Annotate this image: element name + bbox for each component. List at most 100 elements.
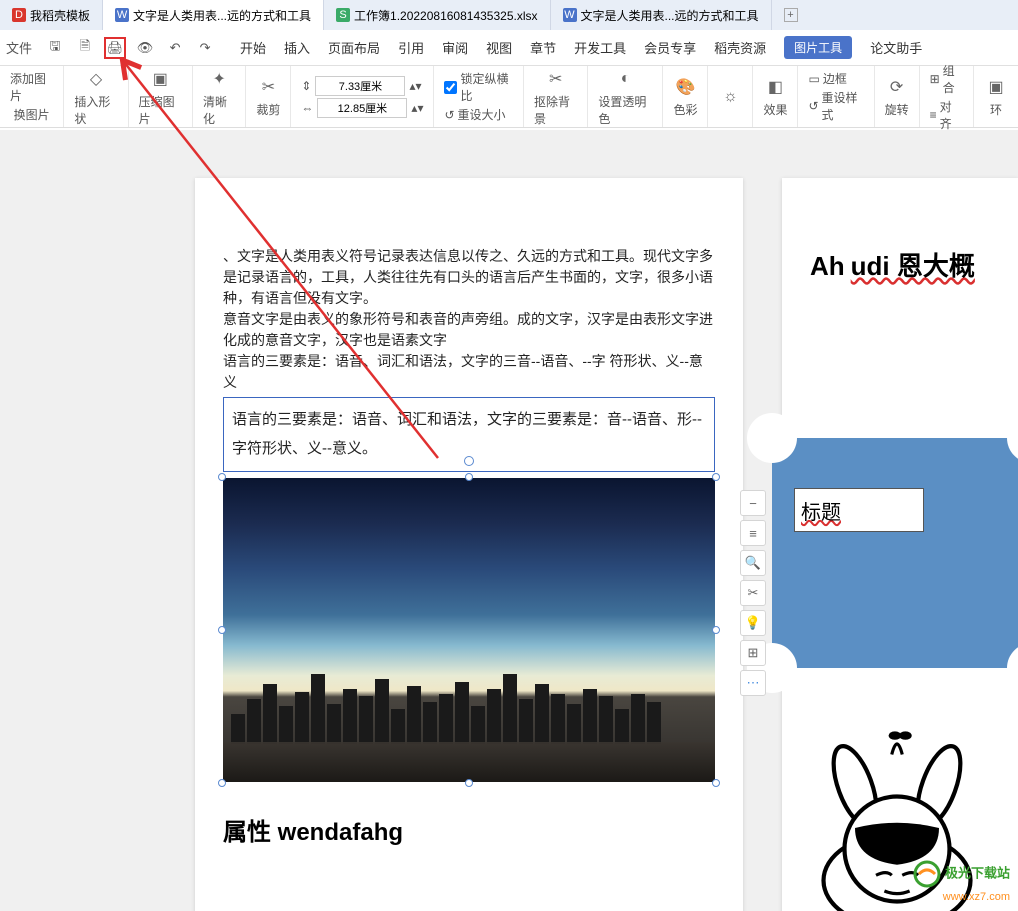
- group-button[interactable]: ⊞组合: [930, 62, 963, 96]
- ribbon-group-align: ⊞组合 ≡对齐: [920, 66, 974, 127]
- ribbon-label: 抠除背景: [534, 93, 577, 127]
- menu-review[interactable]: 审阅: [442, 38, 468, 57]
- tab-doc-1[interactable]: W 文字是人类用表...远的方式和工具: [103, 0, 324, 30]
- image-selection[interactable]: [223, 478, 715, 782]
- print-icon[interactable]: 🖨: [104, 37, 126, 59]
- clarity-icon: ✦: [207, 67, 231, 91]
- float-crop[interactable]: ✂: [740, 580, 766, 606]
- menu-layout[interactable]: 页面布局: [328, 38, 380, 57]
- compress-icon: ▣: [148, 67, 172, 91]
- watermark-title: 极光下载站: [945, 865, 1010, 880]
- resize-handle-tm[interactable]: [465, 473, 473, 481]
- ribbon-size-options: 锁定纵横比 ↺重设大小: [434, 66, 524, 127]
- docer-icon: D: [12, 8, 26, 22]
- ribbon-transparency[interactable]: ◐ 设置透明色: [588, 66, 663, 127]
- float-zoom[interactable]: 🔍: [740, 550, 766, 576]
- save-icon[interactable]: 🖫: [44, 37, 66, 59]
- reset-style-button[interactable]: ↺重设样式: [808, 89, 863, 123]
- wrap-icon: ▣: [984, 75, 1008, 99]
- ribbon-effect[interactable]: ◧ 效果: [753, 66, 798, 127]
- float-more[interactable]: ⋯: [740, 670, 766, 696]
- menu-picture-tools[interactable]: 图片工具: [784, 36, 852, 59]
- ribbon-compress[interactable]: ▣ 压缩图片: [129, 66, 193, 127]
- document-area: 、文字是人类用表义符号记录表达信息以传之、久远的方式和工具。现代文字多是记录语言…: [0, 130, 1018, 911]
- menu-assistant[interactable]: 论文助手: [870, 38, 922, 57]
- resize-handle-tl[interactable]: [218, 473, 226, 481]
- menu-docer[interactable]: 稻壳资源: [714, 38, 766, 57]
- title-textbox[interactable]: 标题: [794, 488, 924, 532]
- transparency-icon: ◐: [613, 67, 637, 91]
- ribbon: 添加图片 换图片 ◇ 插入形状 ▣ 压缩图片 ✦ 清晰化 ✂ 裁剪 ⇕ ▴▾ ⇔…: [0, 66, 1018, 128]
- stepper-icon[interactable]: ▴▾: [411, 101, 423, 115]
- ribbon-rotate[interactable]: ⟳ 旋转: [875, 66, 920, 127]
- menu-section[interactable]: 章节: [530, 38, 556, 57]
- stepper-icon[interactable]: ▴▾: [409, 79, 421, 93]
- rotate-handle[interactable]: [464, 456, 474, 466]
- redo-icon[interactable]: ↷: [194, 37, 216, 59]
- menu-reference[interactable]: 引用: [398, 38, 424, 57]
- float-collapse[interactable]: −: [740, 490, 766, 516]
- reset-icon: ↺: [444, 108, 454, 122]
- reset-size-button[interactable]: ↺重设大小: [444, 106, 505, 123]
- color-icon: 🎨: [673, 75, 697, 99]
- border-button[interactable]: ▭边框: [808, 70, 846, 87]
- ribbon-label: 色彩: [673, 101, 697, 118]
- file-menu[interactable]: 文件: [6, 38, 36, 57]
- crop-icon: ✂: [256, 75, 280, 99]
- inserted-image[interactable]: [223, 478, 715, 782]
- undo-icon[interactable]: ↶: [164, 37, 186, 59]
- float-layout[interactable]: ≡: [740, 520, 766, 546]
- watermark-url: www.xz7.com: [943, 891, 1010, 903]
- ribbon-color[interactable]: 🎨 色彩: [663, 66, 708, 127]
- width-icon: ⇔: [301, 101, 313, 115]
- height-input[interactable]: [317, 98, 407, 118]
- ribbon-add-image[interactable]: 添加图片 换图片: [0, 66, 64, 127]
- menu-insert[interactable]: 插入: [284, 38, 310, 57]
- resize-handle-bm[interactable]: [465, 779, 473, 787]
- resize-handle-br[interactable]: [712, 779, 720, 787]
- ribbon-size: ⇕ ▴▾ ⇔ ▴▾: [291, 66, 434, 127]
- tab-spreadsheet[interactable]: S 工作簿1.20220816081435325.xlsx: [324, 0, 550, 30]
- ribbon-insert-shape[interactable]: ◇ 插入形状: [64, 66, 128, 127]
- tab-template[interactable]: D 我稻壳模板: [0, 0, 103, 30]
- menu-dev[interactable]: 开发工具: [574, 38, 626, 57]
- ribbon-remove-bg[interactable]: ✂ 抠除背景: [524, 66, 588, 127]
- menu-view[interactable]: 视图: [486, 38, 512, 57]
- word-icon: W: [115, 8, 129, 22]
- page-2[interactable]: Ahudi 恩大概 标题: [782, 178, 1018, 911]
- tab-new[interactable]: +: [772, 0, 810, 30]
- tab-doc-2[interactable]: W 文字是人类用表...远的方式和工具: [551, 0, 772, 30]
- ribbon-label: 效果: [763, 101, 787, 118]
- ribbon-label: 设置透明色: [598, 93, 652, 127]
- save-as-icon[interactable]: 🗎: [74, 37, 96, 59]
- resize-handle-ml[interactable]: [218, 626, 226, 634]
- lock-ratio-checkbox[interactable]: 锁定纵横比: [444, 70, 513, 104]
- ribbon-reset-border: ▭边框 ↺重设样式: [798, 66, 874, 127]
- align-button[interactable]: ≡对齐: [930, 98, 963, 132]
- menu-start[interactable]: 开始: [240, 38, 266, 57]
- ribbon-clarity[interactable]: ✦ 清晰化: [193, 66, 246, 127]
- height-icon: ⇕: [301, 79, 311, 93]
- reset-icon: ↺: [808, 99, 818, 113]
- float-idea[interactable]: 💡: [740, 610, 766, 636]
- shape-icon: ◇: [84, 67, 108, 91]
- resize-handle-tr[interactable]: [712, 473, 720, 481]
- menu-member[interactable]: 会员专享: [644, 38, 696, 57]
- resize-handle-bl[interactable]: [218, 779, 226, 787]
- ribbon-wrap[interactable]: ▣ 环: [974, 66, 1018, 127]
- ribbon-crop[interactable]: ✂ 裁剪: [246, 66, 291, 127]
- ribbon-label: 添加图片: [10, 70, 53, 104]
- resize-handle-mr[interactable]: [712, 626, 720, 634]
- tab-label: 我稻壳模板: [30, 7, 90, 24]
- quick-access-toolbar: 文件 🖫 🗎 🖨 👁 ↶ ↷: [0, 37, 222, 59]
- width-input[interactable]: [315, 76, 405, 96]
- blue-shape[interactable]: [772, 438, 1018, 668]
- rotate-icon: ⟳: [885, 75, 909, 99]
- float-grid[interactable]: ⊞: [740, 640, 766, 666]
- preview-icon[interactable]: 👁: [134, 37, 156, 59]
- ribbon-brightness[interactable]: ☼: [708, 66, 753, 127]
- heading-properties: 属性 wendafahg: [223, 812, 715, 847]
- paragraph: 意音文字是由表义的象形符号和表音的声旁组。成的文字，汉字是由表形文字进化成的意音…: [223, 309, 715, 351]
- page-1[interactable]: 、文字是人类用表义符号记录表达信息以传之、久远的方式和工具。现代文字多是记录语言…: [195, 178, 743, 911]
- ribbon-label: 清晰化: [203, 93, 235, 127]
